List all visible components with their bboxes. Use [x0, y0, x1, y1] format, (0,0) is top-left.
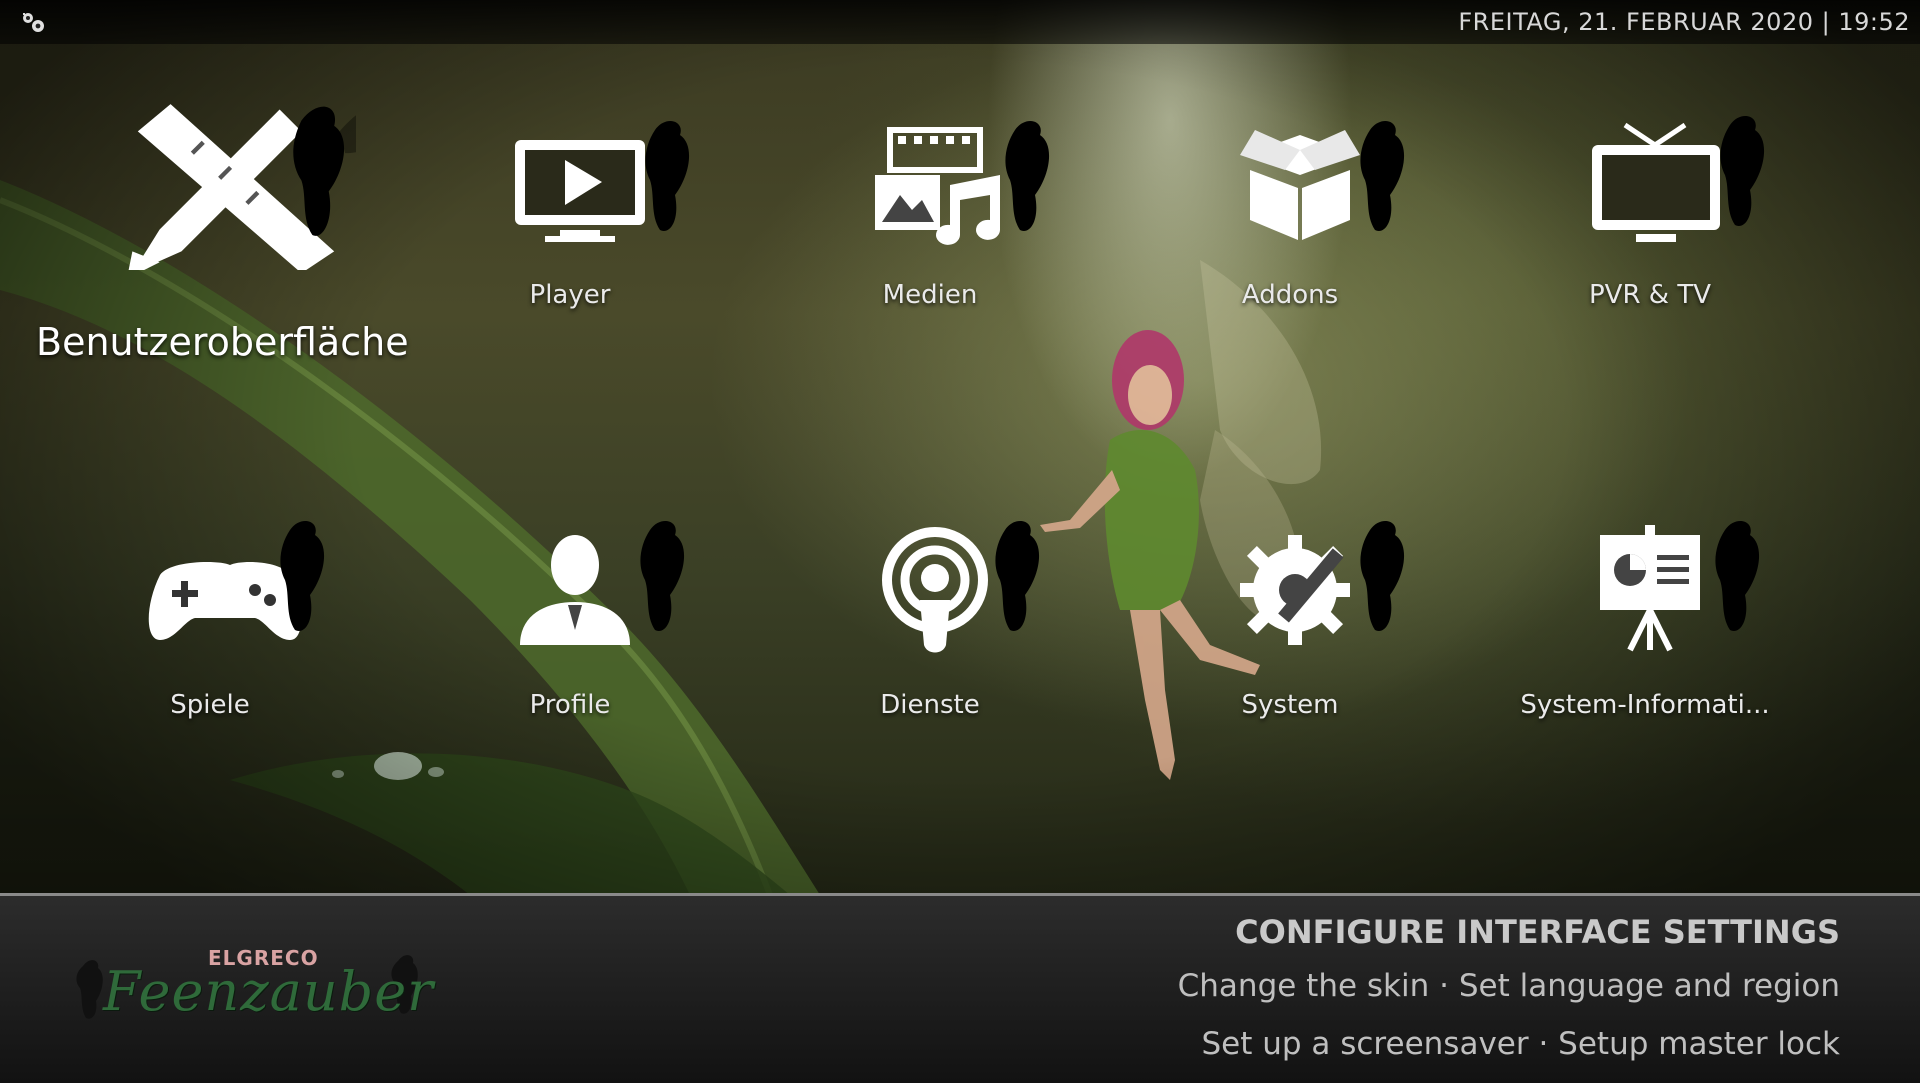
tile-label: Dienste [880, 690, 980, 720]
settings-cluster-icon[interactable] [20, 10, 46, 36]
tile-pvr-tv[interactable]: PVR & TV [1500, 110, 1800, 370]
pencil-ruler-icon [128, 104, 356, 270]
user-profile-icon [520, 520, 685, 645]
tile-label: Benutzeroberfläche [36, 320, 409, 364]
tile-media[interactable]: Medien [780, 110, 1080, 370]
tile-services[interactable]: Dienste [780, 520, 1080, 780]
tile-label: System-Informati... [1520, 690, 1770, 720]
presentation-board-icon [1600, 520, 1760, 652]
podcast-signal-icon [882, 520, 1040, 653]
tile-label: Addons [1241, 280, 1339, 310]
logo-big-text: Feenzauber [103, 960, 434, 1023]
tile-label: System [1241, 690, 1339, 720]
info-line-2: Set up a screensaver · Setup master lock [1201, 1026, 1840, 1062]
gear-wrench-icon [1240, 520, 1405, 645]
tile-system[interactable]: System [1140, 520, 1440, 780]
tile-label: Medien [882, 280, 978, 310]
tile-addons[interactable]: Addons [1140, 110, 1440, 370]
tile-profiles[interactable]: Profile [420, 520, 720, 780]
tile-system-info[interactable]: System-Informati... [1495, 520, 1795, 780]
tile-label: PVR & TV [1588, 280, 1711, 310]
tv-play-icon [515, 120, 690, 242]
tile-label: Player [529, 280, 611, 310]
tile-label: Spiele [170, 690, 250, 720]
tile-player[interactable]: Player [420, 110, 720, 370]
media-film-music-icon [875, 120, 1050, 245]
open-box-icon [1240, 120, 1405, 240]
info-panel: ELGRECO Feenzauber CONFIGURE INTERFACE S… [0, 893, 1920, 1083]
info-title: CONFIGURE INTERFACE SETTINGS [1235, 913, 1840, 951]
date-time: FREITAG, 21. FEBRUAR 2020 | 19:52 [1458, 8, 1910, 36]
top-bar: FREITAG, 21. FEBRUAR 2020 | 19:52 [0, 0, 1920, 44]
tile-games[interactable]: Spiele [60, 520, 360, 780]
gamepad-icon [148, 520, 325, 640]
tile-label: Profile [529, 690, 611, 720]
tv-antenna-icon [1592, 115, 1765, 242]
info-line-1: Change the skin · Set language and regio… [1177, 968, 1840, 1004]
tile-interface[interactable]: Benutzeroberfläche [36, 70, 409, 364]
feenzauber-logo: ELGRECO Feenzauber [68, 946, 433, 1036]
